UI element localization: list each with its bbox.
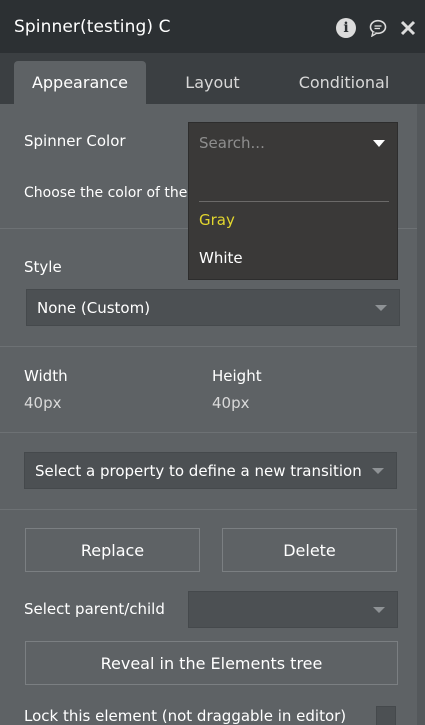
section-divider — [0, 509, 417, 510]
transition-select-placeholder: Select a property to define a new transi… — [35, 461, 362, 480]
replace-button[interactable]: Replace — [25, 528, 200, 572]
chevron-down-icon — [372, 468, 384, 474]
width-value[interactable]: 40px — [24, 394, 62, 412]
transition-select[interactable]: Select a property to define a new transi… — [24, 452, 397, 489]
style-select[interactable]: None (Custom) — [26, 289, 400, 326]
height-label: Height — [212, 367, 262, 385]
delete-button[interactable]: Delete — [222, 528, 397, 572]
parent-child-label: Select parent/child — [24, 600, 165, 618]
scrollbar[interactable] — [417, 104, 425, 725]
height-value[interactable]: 40px — [212, 394, 250, 412]
spinner-color-label: Spinner Color — [24, 132, 126, 150]
tab-bar: Appearance Layout Conditional — [0, 53, 425, 104]
lock-element-checkbox[interactable] — [376, 706, 396, 725]
dropdown-search-input[interactable]: Search... — [199, 134, 265, 152]
dropdown-option-gray[interactable]: Gray — [199, 211, 235, 229]
tab-appearance[interactable]: Appearance — [14, 61, 146, 104]
section-divider — [0, 432, 417, 433]
chevron-down-icon[interactable] — [373, 140, 385, 147]
width-label: Width — [24, 367, 68, 385]
dropdown-divider — [199, 201, 389, 202]
panel-title: Spinner(testing) C — [14, 17, 171, 37]
style-select-value: None (Custom) — [37, 298, 151, 317]
close-icon[interactable] — [398, 18, 418, 38]
info-icon[interactable]: i — [336, 18, 356, 38]
spinner-color-dropdown[interactable]: Search... Gray White — [188, 122, 398, 280]
dropdown-option-white[interactable]: White — [199, 249, 243, 267]
chat-bubble-icon[interactable] — [368, 18, 388, 38]
section-divider — [0, 346, 417, 347]
spinner-color-hint: Choose the color of the Sp — [24, 185, 210, 201]
parent-child-select[interactable] — [188, 591, 398, 628]
chevron-down-icon — [373, 607, 385, 613]
tab-conditional[interactable]: Conditional — [282, 61, 406, 104]
tab-layout[interactable]: Layout — [160, 61, 265, 104]
reveal-in-elements-tree-button[interactable]: Reveal in the Elements tree — [25, 641, 398, 685]
style-label: Style — [24, 258, 62, 276]
chevron-down-icon — [375, 305, 387, 311]
lock-element-label: Lock this element (not draggable in edit… — [24, 707, 347, 725]
title-bar: Spinner(testing) C i — [0, 0, 425, 53]
